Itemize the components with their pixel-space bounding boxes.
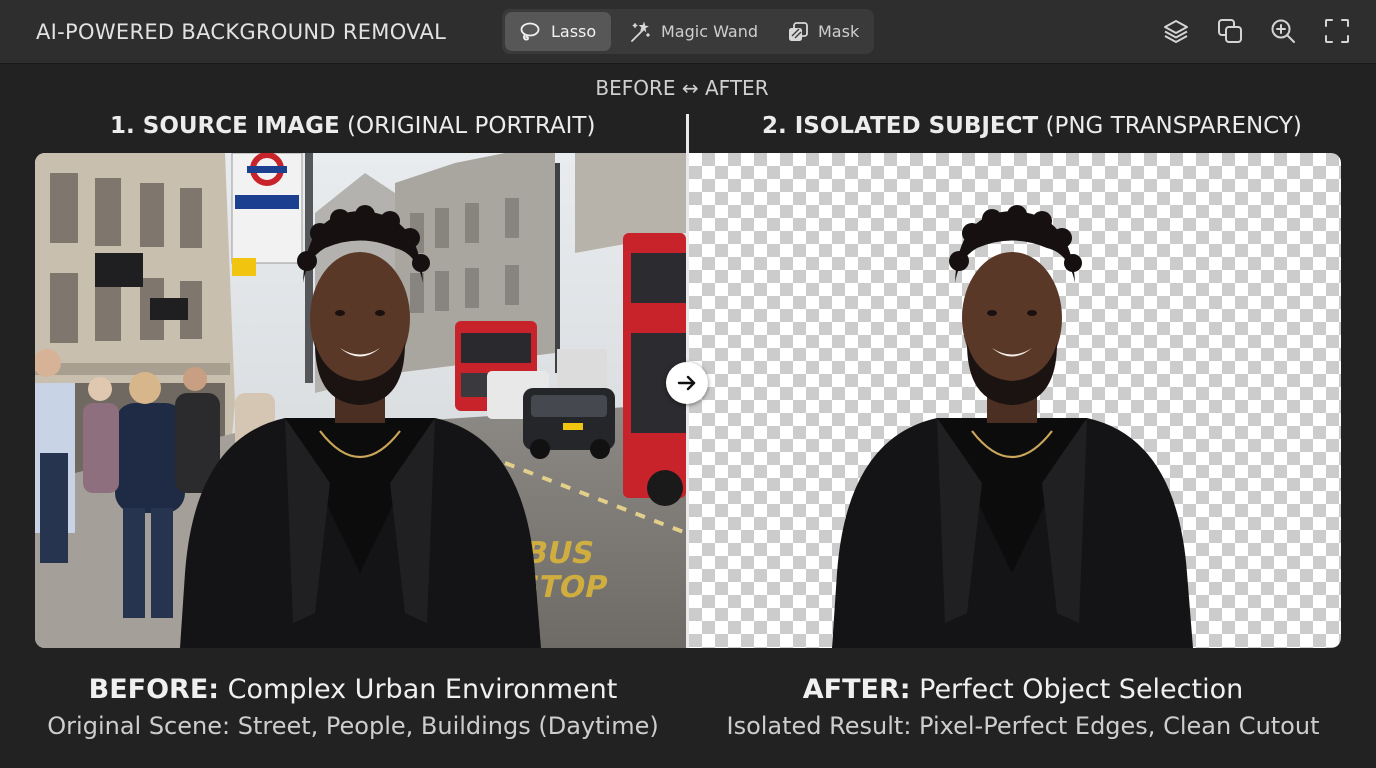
result-image[interactable]: [689, 153, 1341, 648]
source-panel-title: 1. SOURCE IMAGE (ORIGINAL PORTRAIT): [110, 113, 595, 139]
fullscreen-button[interactable]: [1322, 16, 1352, 46]
mask-label: Mask: [818, 22, 860, 41]
source-image[interactable]: BUSSTOP: [35, 153, 686, 648]
mask-icon: [786, 19, 810, 45]
app-title: AI-POWERED BACKGROUND REMOVAL: [36, 20, 447, 44]
duplicate-icon: [1218, 19, 1242, 43]
magic-wand-tool-button[interactable]: Magic Wand: [615, 12, 770, 51]
layers-button[interactable]: [1161, 16, 1191, 46]
street-scene: BUSSTOP: [35, 153, 686, 648]
fullscreen-icon: [1325, 19, 1349, 43]
selection-tool-group: Lasso Magic Wand Mask: [502, 9, 874, 54]
before-caption-text: Complex Urban Environment: [219, 674, 618, 705]
source-title-desc: (ORIGINAL PORTRAIT): [339, 113, 596, 139]
result-panel-title: 2. ISOLATED SUBJECT (PNG TRANSPARENCY): [762, 113, 1302, 139]
arrow-right-icon: [677, 375, 696, 391]
after-caption: AFTER: Perfect Object Selection: [678, 674, 1368, 705]
after-subcaption: Isolated Result: Pixel-Perfect Edges, Cl…: [726, 712, 1320, 740]
lasso-label: Lasso: [551, 22, 597, 41]
zoom-in-icon: [1271, 19, 1295, 43]
result-title-desc: (PNG TRANSPARENCY): [1038, 113, 1302, 139]
duplicate-button[interactable]: [1215, 16, 1245, 46]
zoom-in-button[interactable]: [1268, 16, 1298, 46]
before-caption: BEFORE: Complex Urban Environment: [0, 674, 706, 705]
magic-wand-label: Magic Wand: [661, 22, 758, 41]
layers-icon: [1164, 20, 1188, 43]
before-caption-label: BEFORE:: [88, 674, 220, 705]
after-caption-text: Perfect Object Selection: [910, 674, 1244, 705]
lasso-tool-button[interactable]: Lasso: [505, 12, 611, 51]
source-title-number: 1. SOURCE IMAGE: [110, 113, 340, 139]
after-caption-label: AFTER:: [802, 674, 911, 705]
magic-wand-icon: [627, 19, 653, 45]
mask-tool-button[interactable]: Mask: [774, 12, 870, 51]
before-after-label: BEFORE ↔ AFTER: [595, 76, 769, 100]
top-toolbar: AI-POWERED BACKGROUND REMOVAL Lasso Magi…: [0, 0, 1376, 64]
before-subcaption: Original Scene: Street, People, Building…: [47, 712, 659, 740]
result-title-number: 2. ISOLATED SUBJECT: [762, 113, 1039, 139]
isolated-subject: [832, 205, 1193, 648]
compare-arrow-button[interactable]: [666, 362, 708, 404]
lasso-icon: [517, 19, 543, 45]
